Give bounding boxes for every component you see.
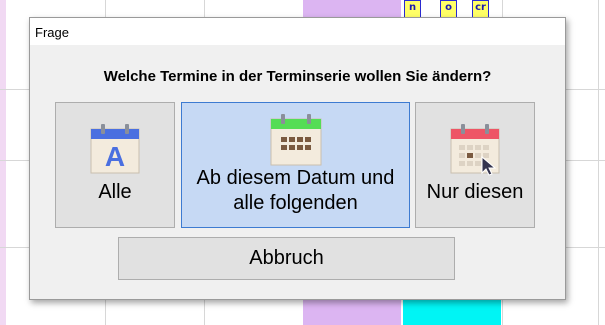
left-edge-strip: [0, 0, 6, 325]
grid-line: [598, 0, 599, 325]
from-this-date-label-line2: alle folgenden: [233, 192, 358, 214]
from-this-date-button[interactable]: Ab diesem Datum und alle folgenden: [181, 102, 410, 228]
question-text: Welche Termine in der Terminserie wollen…: [103, 68, 492, 85]
calendar-a-icon: A: [90, 124, 140, 174]
appointment-cell[interactable]: o: [440, 0, 457, 18]
cancel-button[interactable]: Abbruch: [118, 237, 455, 280]
dialog-title: Frage: [35, 25, 69, 40]
only-this-button[interactable]: Nur diesen: [415, 102, 535, 228]
all-appointments-label: Alle: [98, 181, 132, 203]
title-bar[interactable]: Frage: [30, 18, 565, 45]
calendar-grid-icon: [270, 114, 322, 166]
appointment-cell[interactable]: cr: [472, 0, 489, 18]
only-this-label: Nur diesen: [426, 181, 524, 203]
from-this-date-label-line1: Ab diesem Datum und: [196, 167, 395, 189]
appointment-cell[interactable]: n: [404, 0, 421, 18]
all-appointments-button[interactable]: A Alle: [55, 102, 175, 228]
question-dialog: Frage Welche Termine in der Terminserie …: [29, 17, 566, 300]
calendar-cursor-icon: [450, 124, 500, 176]
svg-text:A: A: [105, 141, 125, 172]
